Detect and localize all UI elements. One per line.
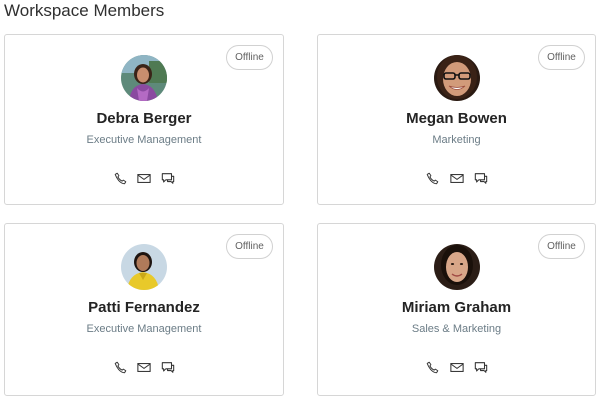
member-name: Patti Fernandez (88, 299, 200, 316)
member-actions (318, 171, 595, 185)
member-name: Debra Berger (96, 110, 192, 127)
member-actions (318, 360, 595, 374)
member-name: Miriam Graham (401, 299, 512, 316)
status-badge: Offline (226, 234, 273, 259)
chat-icon[interactable] (161, 360, 175, 374)
phone-icon[interactable] (426, 171, 440, 185)
page-title: Workspace Members (4, 1, 165, 20)
status-badge: Offline (538, 45, 585, 70)
chat-icon[interactable] (474, 171, 488, 185)
member-card[interactable]: Offline Debra Berger Executive Managemen… (4, 34, 284, 205)
member-actions (5, 360, 283, 374)
avatar[interactable] (121, 244, 167, 290)
status-badge: Offline (538, 234, 585, 259)
member-department: Marketing (432, 134, 481, 146)
member-department: Sales & Marketing (411, 323, 502, 335)
mail-icon[interactable] (137, 171, 151, 185)
phone-icon[interactable] (426, 360, 440, 374)
avatar[interactable] (433, 55, 480, 101)
member-department: Executive Management (86, 323, 202, 335)
member-card[interactable]: Offline Megan Bowen Marketing (317, 34, 596, 205)
chat-icon[interactable] (474, 360, 488, 374)
member-card[interactable]: Offline Miriam Graham Sales & Marketing (317, 223, 596, 396)
phone-icon[interactable] (113, 360, 127, 374)
mail-icon[interactable] (449, 360, 464, 374)
member-card[interactable]: Offline Patti Fernandez Executive Manage… (4, 223, 284, 396)
member-name: Megan Bowen (406, 110, 507, 127)
avatar[interactable] (433, 244, 480, 290)
mail-icon[interactable] (137, 360, 151, 374)
member-actions (5, 171, 283, 185)
member-department: Executive Management (86, 134, 202, 146)
chat-icon[interactable] (161, 171, 175, 185)
status-badge: Offline (226, 45, 273, 70)
avatar[interactable] (121, 55, 167, 101)
mail-icon[interactable] (449, 171, 464, 185)
phone-icon[interactable] (113, 171, 127, 185)
